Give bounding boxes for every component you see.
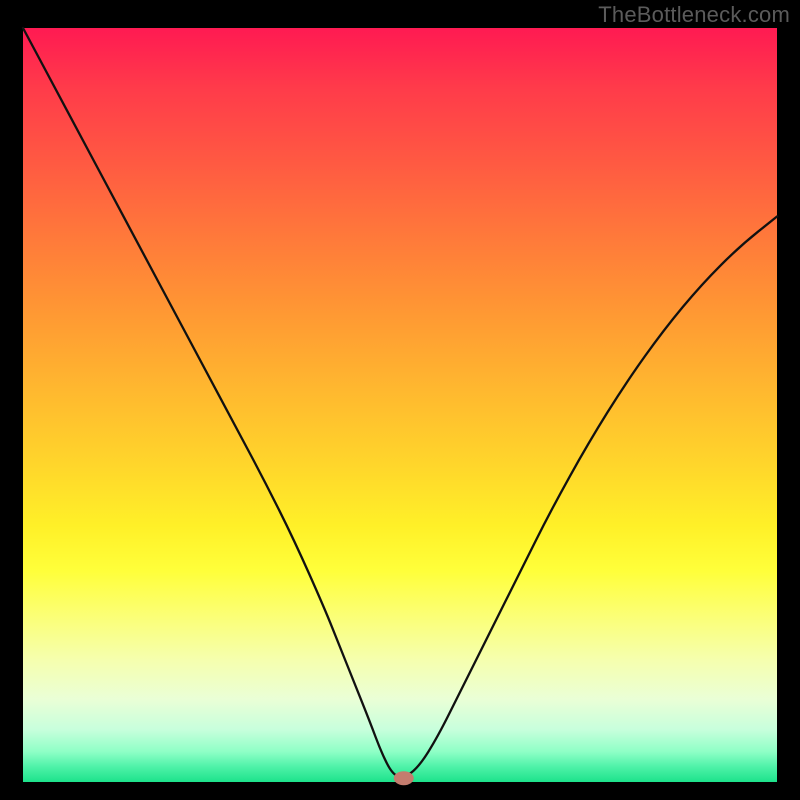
optimal-point-marker	[394, 771, 414, 785]
plot-area	[23, 28, 777, 782]
bottleneck-curve	[23, 28, 777, 777]
chart-svg	[23, 28, 777, 782]
attribution-text: TheBottleneck.com	[598, 2, 790, 28]
chart-frame: TheBottleneck.com	[0, 0, 800, 800]
